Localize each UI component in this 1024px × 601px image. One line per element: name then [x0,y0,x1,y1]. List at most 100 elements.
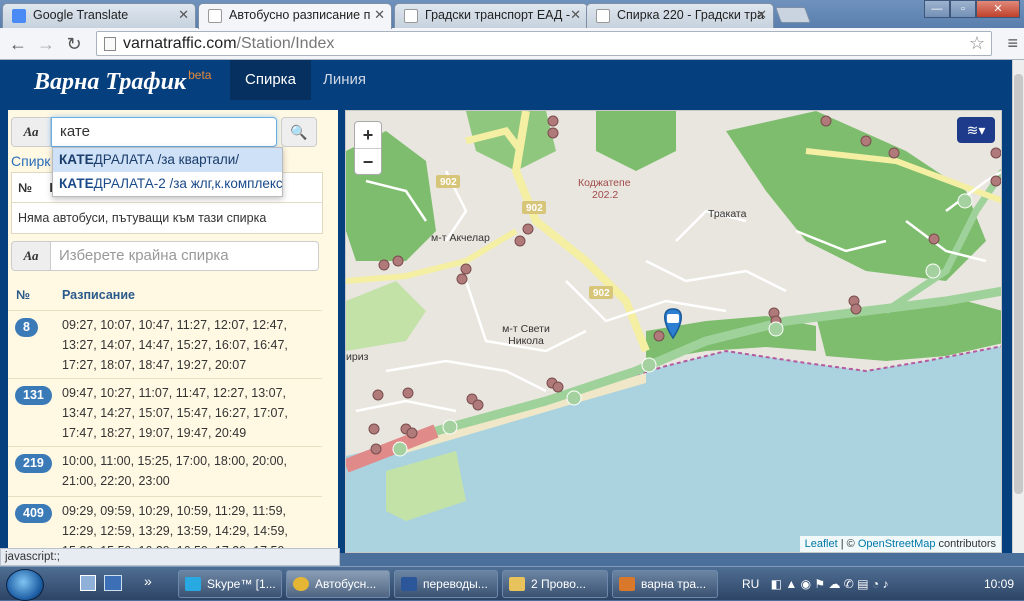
map-label-hill-height: 202.2 [592,189,619,201]
schedule-row: 219 10:00, 11:00, 15:25, 17:00, 18:00, 2… [8,446,322,496]
zoom-in-button[interactable]: + [355,122,381,148]
taskbar-label: Skype™ [1... [207,577,276,591]
search-icon: 🔍 [290,124,308,140]
schedule-times: 09:47, 10:27, 11:07, 11:47, 12:27, 13:07… [62,386,288,440]
address-bar[interactable]: varnatraffic.com/Station/Index ☆ [96,31,992,56]
zoom-out-button[interactable]: − [355,148,381,174]
schedule-times: 10:00, 11:00, 15:25, 17:00, 18:00, 20:00… [62,454,287,488]
tab-title: Google Translate [33,8,129,22]
word-icon [401,577,417,591]
brand-name: Варна Трафик [34,69,187,95]
autocomplete-item[interactable]: КАТЕДРАЛАТА /за квартали/ [53,148,282,172]
keyboard-layout-toggle[interactable]: Аа [11,117,51,147]
taskbar-skype[interactable]: Skype™ [1... [178,570,282,598]
map-label-briz: ириз [346,351,369,363]
status-bar: javascript:; [0,548,340,566]
forward-icon[interactable]: → [34,33,58,55]
stop-search-input[interactable]: кате [51,117,277,147]
tab-title: Градски транспорт ЕАД - [425,8,571,22]
no-buses-message: Няма автобуси, пътуващи към тази спирка [18,211,267,225]
close-window-icon[interactable]: ✕ [976,0,1020,18]
scrollbar-thumb[interactable] [1014,74,1023,494]
map-attribution: Leaflet | © OpenStreetMap contributors [799,536,1001,552]
keyboard-layout-toggle[interactable]: Аа [11,241,51,271]
page-icon [208,9,222,23]
taskbar-chrome[interactable]: Автобусн... [286,570,390,598]
show-desktop-icon[interactable] [80,575,96,591]
close-tab-icon[interactable]: ✕ [374,7,385,23]
line-badge[interactable]: 8 [15,318,38,337]
site-brand[interactable]: Варна Трафик beta [34,68,211,96]
close-tab-icon[interactable]: ✕ [570,7,581,23]
autocomplete-item[interactable]: КАТЕДРАЛАТА-2 /за жлг,к.комплекс [53,172,282,196]
schedule-row: 409 09:29, 09:59, 10:29, 10:59, 11:29, 1… [8,496,322,553]
taskbar-word[interactable]: переводы... [394,570,498,598]
nav-line[interactable]: Линия [308,60,381,100]
close-tab-icon[interactable]: ✕ [178,7,189,23]
tab-google-translate[interactable]: Google Translate ✕ [2,3,196,28]
leaflet-link[interactable]: Leaflet [805,538,838,550]
folder-icon [509,577,525,591]
autocomplete-list: КАТЕДРАЛАТА /за квартали/ КАТЕДРАЛАТА-2 … [52,147,283,197]
map[interactable]: 902 902 902 Коджатепе 202.2 м-т Акчелар … [345,110,1002,553]
quicklaunch-more-icon[interactable]: » [144,573,152,589]
destination-group: Аа Изберете крайна спирка [11,241,319,271]
line-badge[interactable]: 409 [15,504,52,523]
bookmark-star-icon[interactable]: ☆ [969,32,985,55]
tray-icons[interactable]: ◧ ▲ ◉ ⚑ ☁ ✆ ▤ ◔ ♪ [771,577,889,591]
map-label-hill: Коджатепе [578,177,631,189]
web-page: Варна Трафик beta Спирка Линия Аа кате 🔍 … [0,60,1012,553]
menu-icon[interactable]: ≡ [1007,33,1018,54]
url-path: /Station/Index [236,35,335,52]
layers-icon: ≋▾ [966,122,986,138]
road-shield: 902 [440,177,457,188]
osm-link[interactable]: OpenStreetMap [858,538,936,550]
clock[interactable]: 10:09 [984,567,1014,601]
attribution-separator: | © [837,538,858,550]
tab-stop-220[interactable]: Спирка 220 - Градски тра ✕ [586,3,774,28]
map-label-akchelar: м-т Акчелар [431,232,490,244]
taskbar-app[interactable]: варна тра... [612,570,718,598]
tab-strip: Google Translate ✕ Автобусно разписание … [0,0,1024,29]
match-text: КАТЕ [59,152,94,167]
window-controls: — ▫ ✕ [924,0,1020,18]
taskbar-label: переводы... [423,577,488,591]
schedule-row: 8 09:27, 10:07, 10:47, 11:27, 12:07, 12:… [8,310,322,378]
rest-text: ДРАЛАТА /за квартали/ [93,152,240,167]
close-tab-icon[interactable]: ✕ [756,7,767,23]
nav-stop[interactable]: Спирка [230,60,311,100]
stop-title-partial: Спирк [11,153,51,169]
destination-input[interactable]: Изберете крайна спирка [51,241,319,271]
start-button[interactable] [6,569,44,601]
system-tray: RU ◧ ▲ ◉ ⚑ ☁ ✆ ▤ ◔ ♪ [742,567,888,601]
tab-city-transport[interactable]: Градски транспорт ЕАД - ✕ [394,3,588,28]
minimize-icon[interactable]: — [924,0,950,18]
tab-bus-schedule[interactable]: Автобусно разписание п ✕ [198,3,392,29]
taskbar-label: варна тра... [641,577,707,591]
app-icon [619,577,635,591]
reload-icon[interactable]: ↻ [62,33,86,55]
stop-search-group: Аа кате [11,117,277,147]
search-button[interactable]: 🔍 [281,117,317,147]
map-label-sveti-nikola: м-т Свети Никола [502,323,550,347]
line-badge[interactable]: 131 [15,386,52,405]
maximize-icon[interactable]: ▫ [950,0,976,18]
language-indicator[interactable]: RU [742,577,759,591]
quicklaunch-icon[interactable] [104,575,122,591]
page-scrollbar[interactable] [1012,60,1024,553]
schedule-times: 09:27, 10:07, 10:47, 11:27, 12:07, 12:47… [62,318,288,372]
map-label-trakata: Траката [708,208,747,220]
zoom-control: + − [354,121,382,175]
line-badge[interactable]: 219 [15,454,52,473]
schedule-col-times: Разписание [62,288,135,302]
page-icon [104,37,116,51]
taskbar-explorer[interactable]: 2 Прово... [502,570,608,598]
col-num: № [18,181,32,195]
layers-button[interactable]: ≋▾ [957,117,995,143]
back-icon[interactable]: ← [6,33,30,55]
page-icon [596,9,610,23]
schedule-col-num: № [16,288,30,302]
beta-badge: beta [188,68,212,82]
page-icon [404,9,418,23]
new-tab-button[interactable] [775,7,811,23]
